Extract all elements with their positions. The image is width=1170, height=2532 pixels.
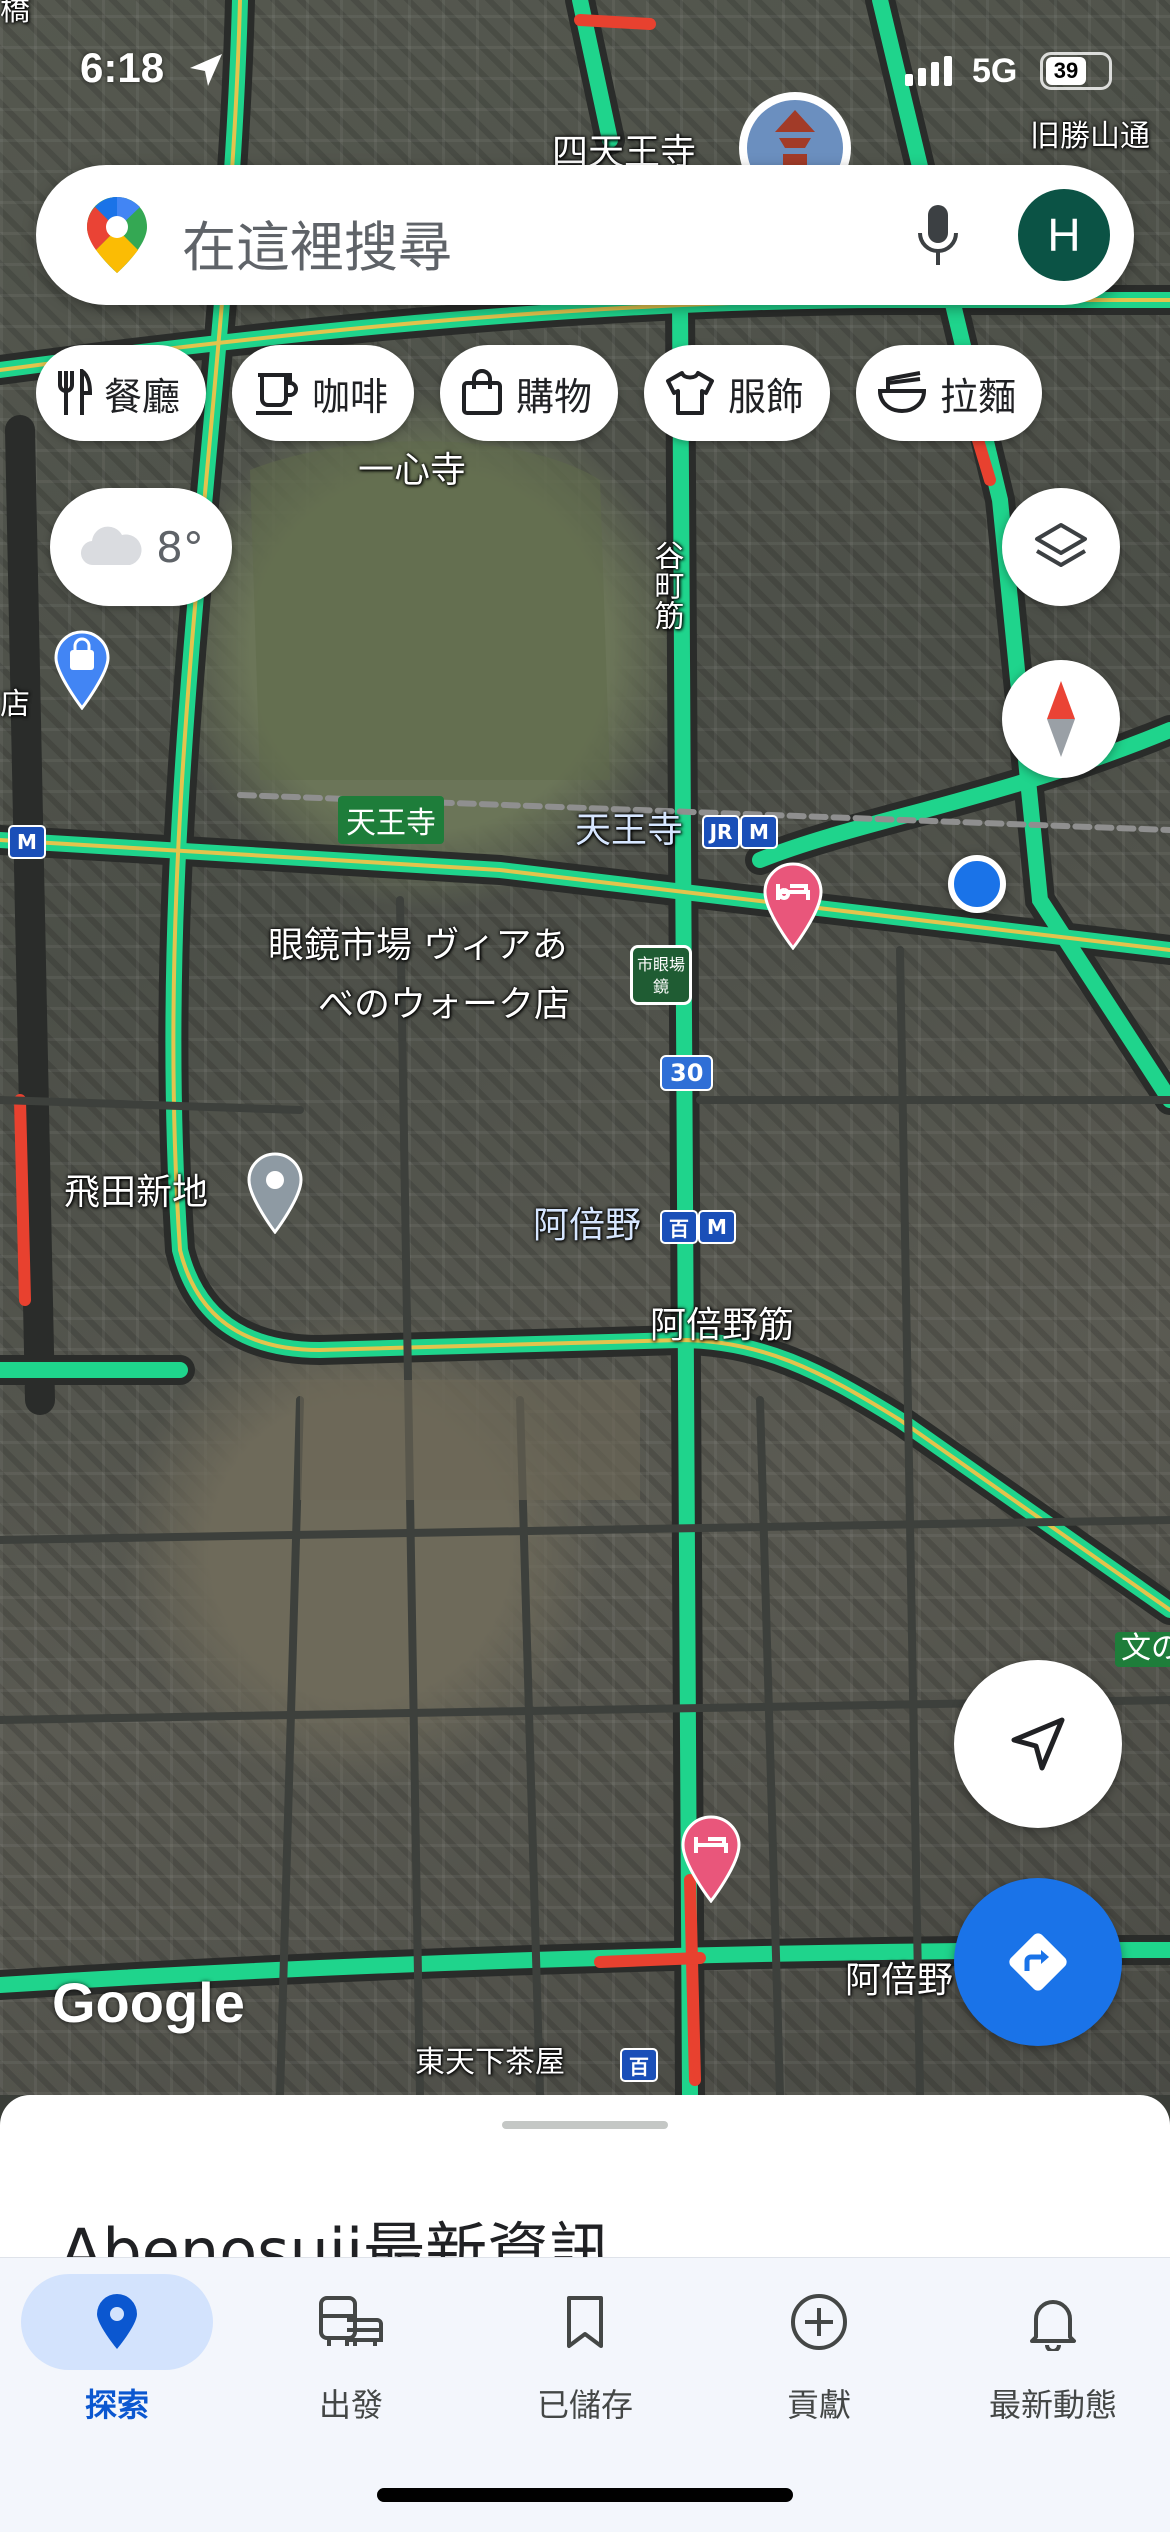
chip-coffee[interactable]: 咖啡: [232, 345, 415, 441]
battery-icon: 39: [1040, 52, 1112, 90]
sheet-title: Abenosuji最新資訊: [60, 2215, 612, 2257]
battery-level: 39: [1046, 57, 1086, 85]
signal-strength-icon: [905, 56, 952, 86]
chip-label: 購物: [516, 374, 593, 419]
account-avatar[interactable]: H: [1018, 189, 1110, 281]
map-label-abenosuji: 阿倍野筋: [650, 1305, 795, 1346]
place-pin-icon[interactable]: [245, 1150, 305, 1234]
map-label-tanimachi: 谷町筋: [648, 540, 684, 630]
compass-icon: [1047, 681, 1075, 757]
ramen-icon: [878, 371, 927, 414]
map-label-tobita[interactable]: 飛田新地: [64, 1172, 208, 1213]
map-label-megane-line1[interactable]: 眼鏡市場 ヴィアあ: [268, 925, 567, 966]
my-location-button[interactable]: [954, 1660, 1122, 1828]
hotel-pin-icon[interactable]: [762, 862, 824, 950]
search-bar[interactable]: 在這裡搜尋 H: [36, 165, 1134, 305]
nav-saved[interactable]: 已儲存: [468, 2266, 702, 2456]
map-label-megane-line2[interactable]: べのウォーク店: [318, 984, 570, 1025]
bell-icon: [1030, 2300, 1076, 2351]
map-label-abeno-bottom: 阿倍野: [845, 1960, 954, 2001]
map-label-higashi-tengachaya[interactable]: 東天下茶屋: [415, 2045, 565, 2081]
nav-explore[interactable]: 探索: [0, 2266, 234, 2456]
layers-icon: [1035, 523, 1087, 567]
compass-button[interactable]: [1002, 660, 1120, 778]
commute-icon: [319, 2296, 383, 2346]
cloud-icon: [81, 526, 142, 566]
shopping-bag-icon: [462, 369, 503, 415]
nav-go[interactable]: 出發: [234, 2266, 468, 2456]
chip-restaurants[interactable]: 餐廳: [36, 345, 207, 441]
navigation-arrow-icon: [1011, 1717, 1065, 1771]
jr-badge-icon: JR: [702, 815, 740, 849]
bookmark-icon: [567, 2296, 603, 2348]
map-label-store-left: 店: [0, 687, 30, 722]
weather-chip[interactable]: 8°: [50, 488, 232, 606]
nav-label: 貢獻: [786, 2386, 851, 2424]
directions-icon: [1009, 1933, 1067, 1991]
location-arrow-icon: [190, 54, 222, 86]
fork-knife-icon: [58, 369, 92, 415]
nav-label: 探索: [84, 2386, 149, 2424]
current-location-dot: [948, 855, 1006, 913]
bottom-sheet[interactable]: Abenosuji最新資訊: [0, 2095, 1170, 2257]
tram-badge-bottom-icon: 百: [620, 2048, 658, 2082]
directions-button[interactable]: [954, 1878, 1122, 2046]
hotel-pin-bottom-icon[interactable]: [680, 1815, 742, 1903]
map-label-abeno[interactable]: 阿倍野: [533, 1205, 641, 1246]
google-maps-logo-icon: [87, 197, 147, 273]
shirt-icon: [666, 371, 715, 415]
chip-label: 咖啡: [312, 374, 389, 419]
route-30-shield: 30: [660, 1055, 714, 1091]
nav-updates[interactable]: 最新動態: [936, 2266, 1170, 2456]
sheet-drag-handle[interactable]: [502, 2121, 668, 2129]
metro-badge-icon: M: [740, 815, 778, 849]
megane-store-icon[interactable]: 市眼場鏡: [630, 945, 692, 1005]
chip-apparel[interactable]: 服飾: [644, 345, 831, 441]
chip-label: 拉麵: [940, 374, 1017, 419]
add-circle-icon: [791, 2294, 847, 2350]
nav-label: 最新動態: [988, 2386, 1117, 2424]
chip-label: 服飾: [728, 374, 805, 419]
category-chips: 餐廳 咖啡 購物 服飾 拉麵: [36, 345, 1043, 441]
chip-label: 餐廳: [104, 374, 181, 419]
map-label-tennoji-park[interactable]: 天王寺: [338, 796, 444, 844]
layers-button[interactable]: [1002, 488, 1120, 606]
metro-badge-left-icon: M: [8, 825, 46, 859]
shopping-pin-icon[interactable]: [52, 630, 112, 710]
coffee-icon: [256, 373, 298, 415]
nav-contribute[interactable]: 貢獻: [702, 2266, 936, 2456]
network-type: 5G: [972, 52, 1018, 90]
nav-label: 出發: [318, 2386, 383, 2424]
metro-badge-abeno-icon: M: [698, 1210, 736, 1244]
tram-badge-icon: 百: [660, 1210, 698, 1244]
home-indicator[interactable]: [377, 2488, 793, 2502]
nav-explore-indicator: [21, 2274, 213, 2370]
chip-ramen[interactable]: 拉麵: [856, 345, 1043, 441]
status-time: 6:18: [80, 44, 165, 91]
map-label-tennoji-station[interactable]: 天王寺: [575, 810, 683, 851]
status-bar: 6:18 5G 39: [0, 0, 1170, 140]
chip-shopping[interactable]: 購物: [440, 345, 619, 441]
weather-temperature: 8°: [156, 522, 204, 572]
map-label-bunnosato: 文の: [1115, 1631, 1170, 1667]
map-label-isshinji[interactable]: 一心寺: [358, 450, 466, 491]
google-attribution: Google: [52, 1971, 245, 2034]
search-input[interactable]: 在這裡搜尋: [182, 203, 452, 282]
microphone-icon[interactable]: [916, 201, 960, 269]
location-pin-icon: [97, 2294, 137, 2349]
nav-label: 已儲存: [536, 2386, 633, 2424]
